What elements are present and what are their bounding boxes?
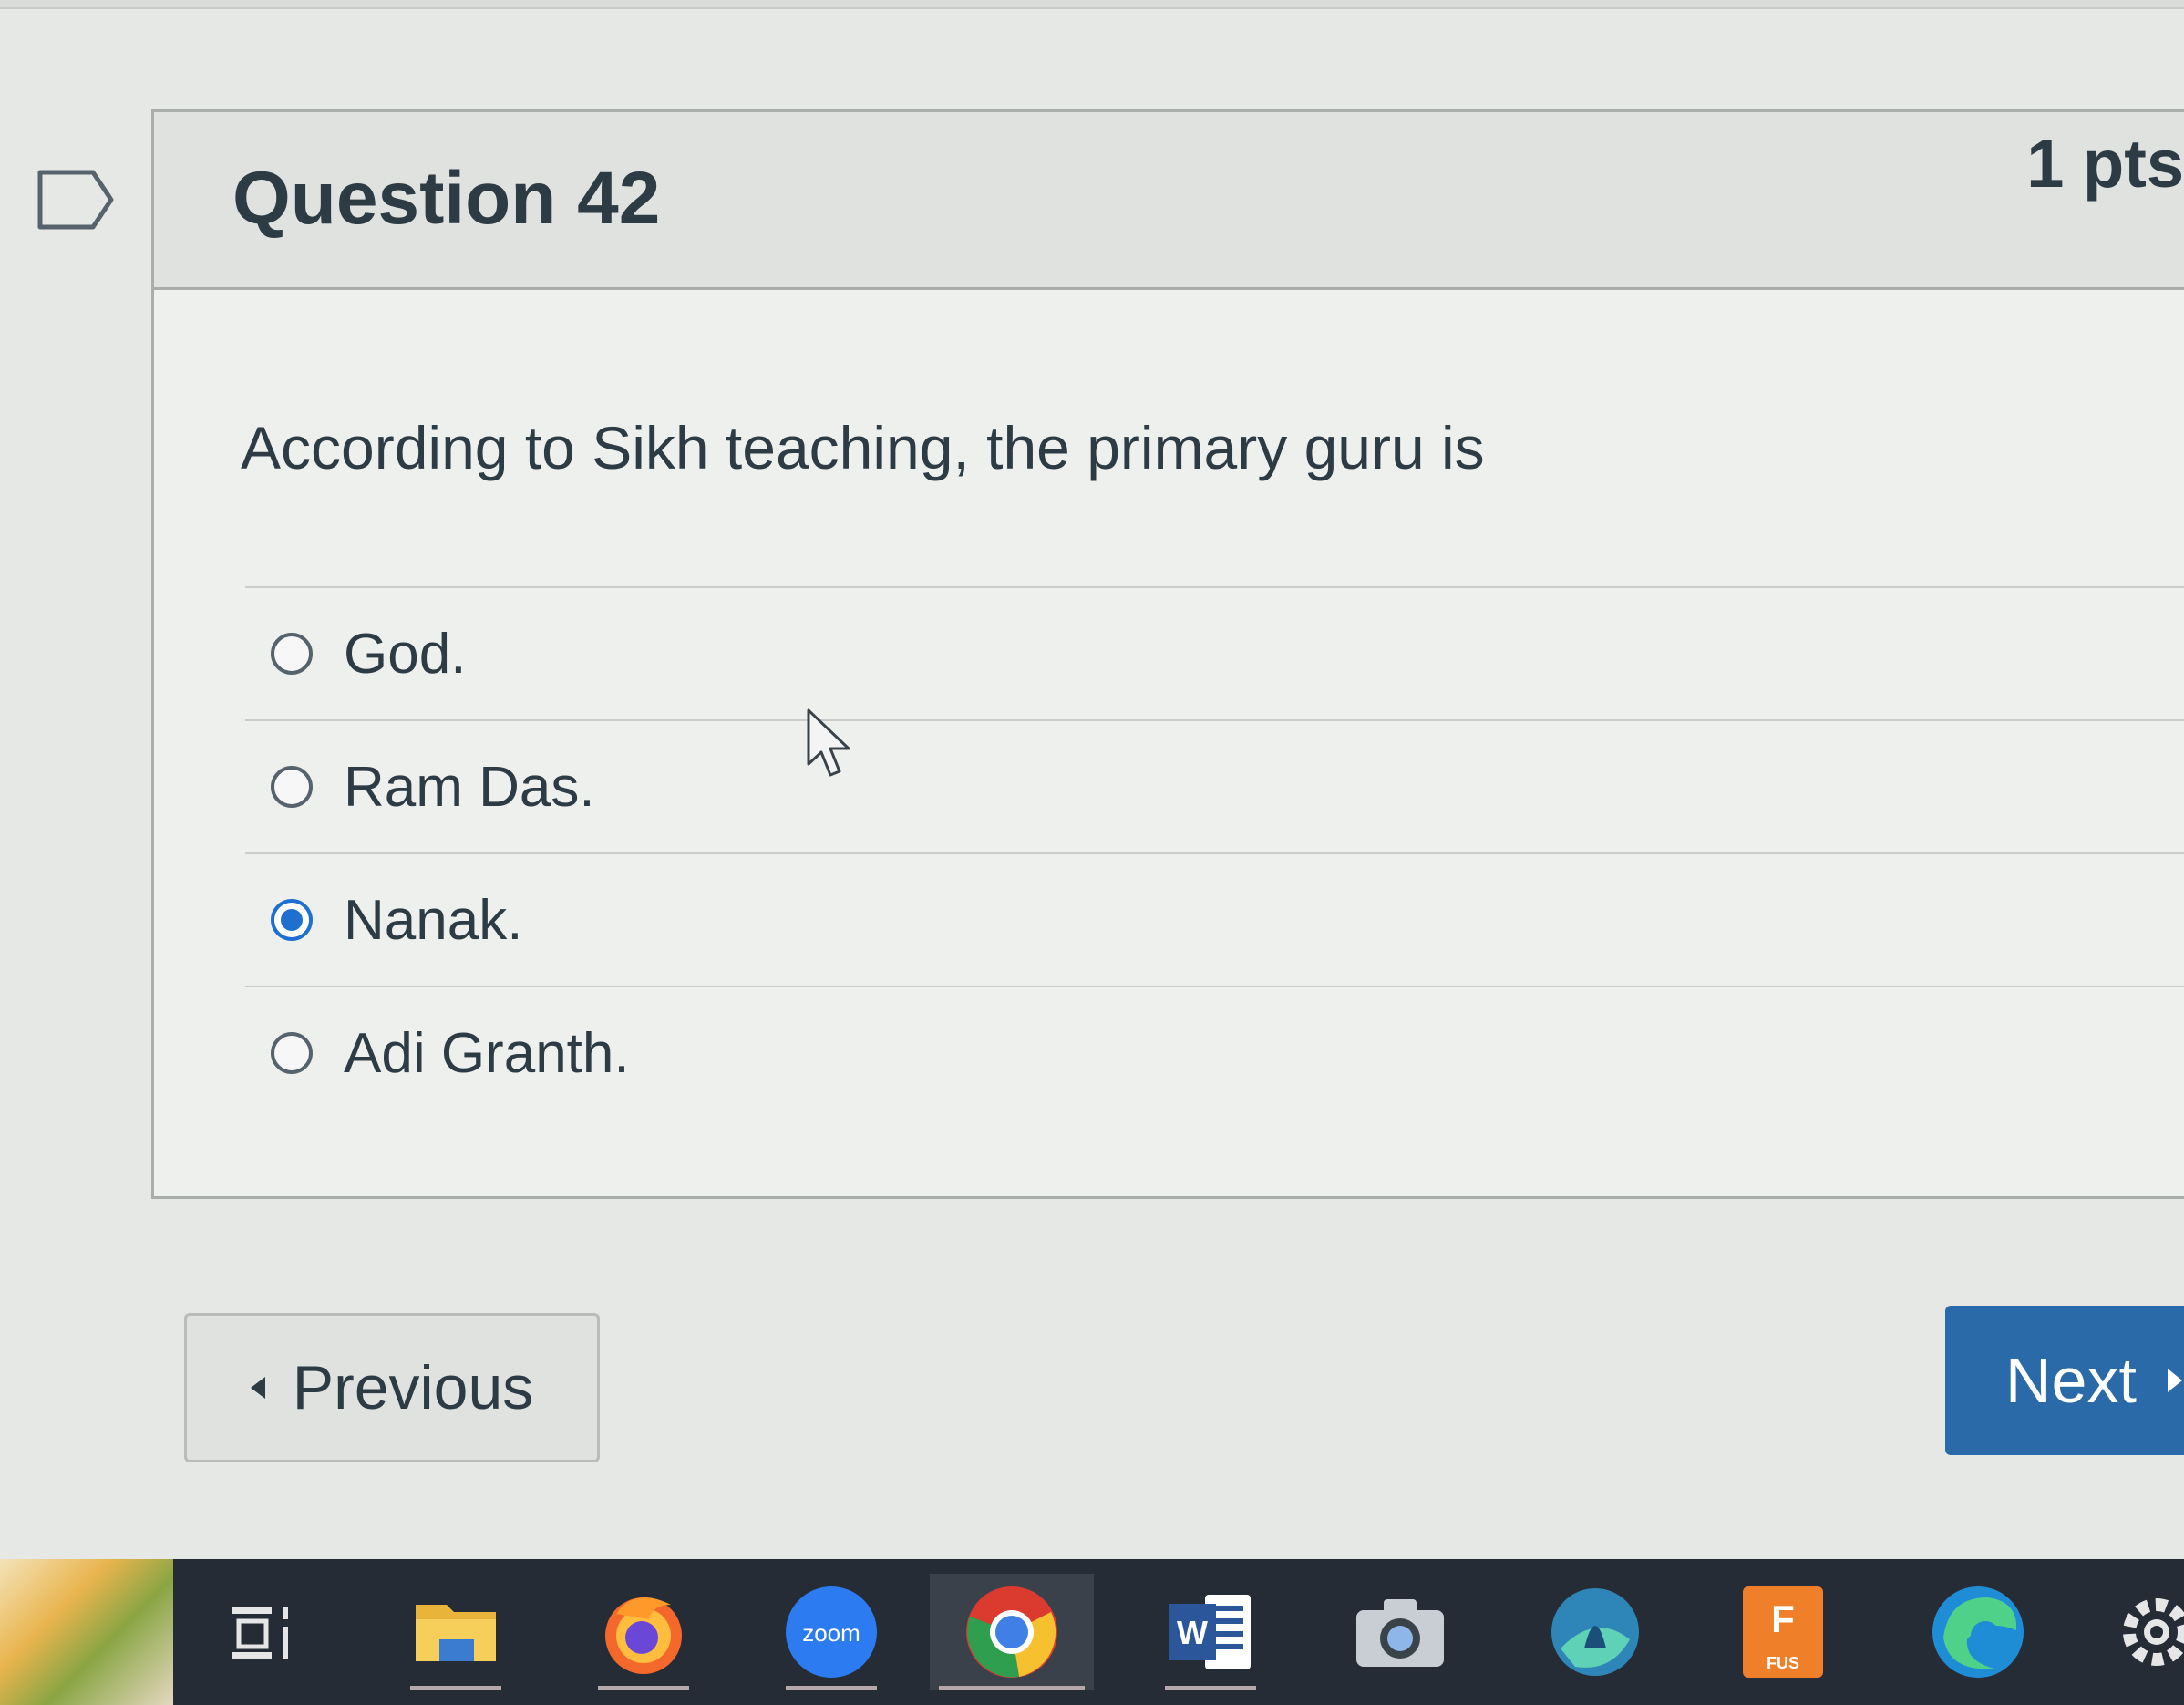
answer-option[interactable]: Nanak. (245, 852, 2184, 986)
radio-button[interactable] (271, 766, 313, 808)
answer-option[interactable]: Ram Das. (245, 719, 2184, 852)
active-indicator (598, 1686, 689, 1690)
question-points: 1 pts (2026, 126, 2184, 202)
zoom-icon: zoom (786, 1586, 877, 1678)
settings-button[interactable] (2111, 1574, 2184, 1690)
caret-right-icon (2167, 1369, 2182, 1392)
flag-question-icon[interactable] (36, 169, 115, 231)
question-title: Question 42 (232, 157, 661, 240)
edge-button[interactable] (1923, 1574, 2033, 1690)
edge-icon (1932, 1586, 2024, 1678)
desktop-thumbnail[interactable] (0, 1559, 173, 1705)
top-strip (0, 0, 2184, 9)
answer-label: Nanak. (344, 888, 523, 952)
app-icon (1551, 1588, 1639, 1676)
task-view-icon (232, 1607, 288, 1659)
radio-button[interactable] (271, 633, 313, 675)
previous-button[interactable]: Previous (184, 1313, 600, 1462)
file-explorer-button[interactable] (401, 1574, 510, 1690)
next-button[interactable]: Next (1945, 1306, 2184, 1455)
answer-label: God. (344, 622, 467, 686)
answer-option[interactable]: Adi Granth. (245, 986, 2184, 1119)
chrome-button[interactable] (930, 1574, 1094, 1690)
active-indicator (786, 1686, 877, 1690)
question-header: Question 42 1 pts (154, 112, 2184, 290)
chrome-icon (966, 1586, 1057, 1678)
answer-list: God. Ram Das. Nanak. Adi Granth. (245, 586, 2184, 1119)
question-text: According to Sikh teaching, the primary … (241, 414, 1485, 481)
fus-button[interactable]: F FUS (1728, 1574, 1838, 1690)
next-label: Next (2005, 1345, 2137, 1416)
word-icon: W (1169, 1595, 1251, 1669)
answer-label: Ram Das. (344, 755, 595, 819)
previous-label: Previous (292, 1353, 534, 1422)
mouse-cursor-icon (807, 708, 850, 777)
fus-label: F (1771, 1597, 1795, 1640)
answer-option[interactable]: God. (245, 586, 2184, 719)
app-button[interactable] (1540, 1574, 1650, 1690)
firefox-button[interactable] (589, 1574, 698, 1690)
word-button[interactable]: W (1156, 1574, 1265, 1690)
file-explorer-icon (416, 1605, 496, 1661)
zoom-label: zoom (802, 1619, 860, 1647)
task-view-button[interactable] (208, 1574, 317, 1690)
answer-label: Adi Granth. (344, 1021, 630, 1085)
camera-button[interactable] (1345, 1574, 1455, 1690)
zoom-button[interactable]: zoom (777, 1574, 886, 1690)
fus-icon: F FUS (1743, 1586, 1823, 1678)
radio-button-selected[interactable] (271, 899, 313, 941)
settings-icon (2123, 1598, 2184, 1666)
word-label: W (1177, 1614, 1208, 1651)
question-card: Question 42 1 pts According to Sikh teac… (151, 109, 2184, 1199)
caret-left-icon (250, 1377, 265, 1399)
fus-sublabel: FUS (1767, 1654, 1799, 1672)
active-indicator (1165, 1686, 1256, 1690)
active-indicator (939, 1686, 1085, 1690)
radio-button[interactable] (271, 1032, 313, 1074)
firefox-icon (605, 1597, 682, 1674)
camera-icon (1356, 1599, 1444, 1667)
active-indicator (410, 1686, 501, 1690)
